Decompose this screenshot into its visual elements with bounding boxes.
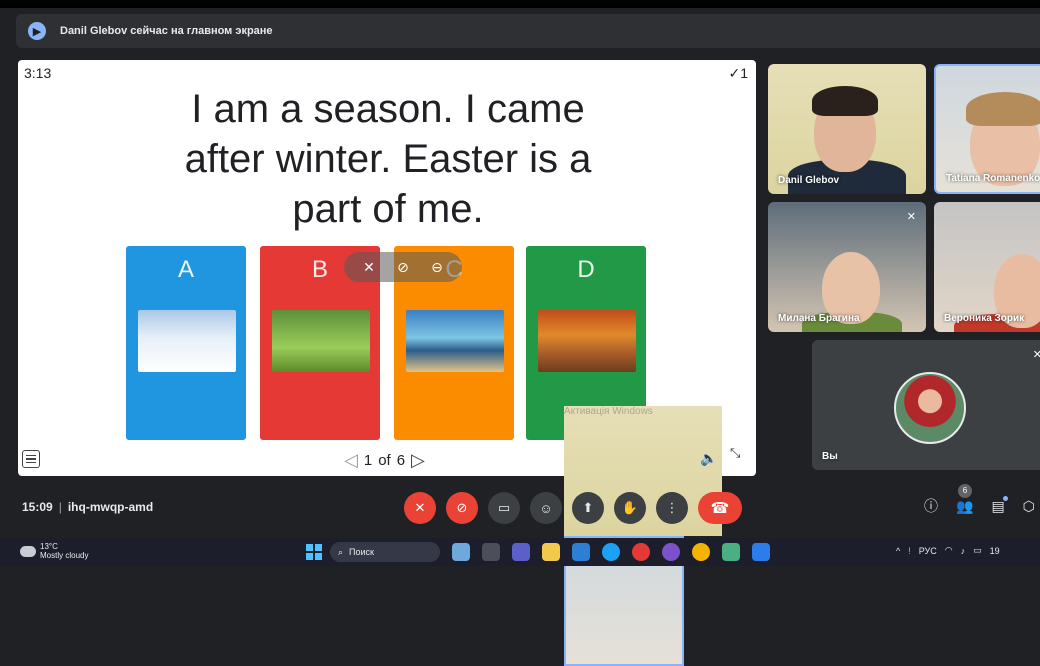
participant-tile[interactable]: Danil Glebov bbox=[768, 64, 926, 194]
presentation-off-icon[interactable]: ⊘ bbox=[397, 259, 409, 276]
participant-name: Danil Glebov bbox=[778, 175, 840, 186]
chrome-app-icon[interactable] bbox=[692, 543, 710, 561]
prev-slide-icon[interactable]: ◁ bbox=[344, 450, 358, 471]
presentation-slide: 3:13 ✓1 I am a season. I came after wint… bbox=[18, 60, 756, 666]
winter-landscape-image bbox=[138, 310, 236, 372]
info-icon[interactable]: ⓘ bbox=[924, 496, 938, 516]
volume-icon[interactable]: ♪ bbox=[961, 546, 966, 556]
system-tray: ^ ! РУС ◠ ♪ ▭ 19 bbox=[896, 545, 1000, 556]
temperature: 13°C bbox=[40, 542, 58, 551]
presenter-controls-pill[interactable]: ✕ ⊘ ⊖ bbox=[344, 252, 462, 282]
clock[interactable]: 19 bbox=[990, 546, 1000, 556]
camera-toggle-button[interactable]: ⊘ bbox=[446, 492, 478, 524]
people-icon: 👥 bbox=[956, 497, 974, 514]
weather-condition: Mostly cloudy bbox=[40, 551, 89, 560]
cloud-icon bbox=[20, 545, 36, 557]
meeting-time: 15:09 bbox=[22, 500, 53, 514]
participant-tile[interactable]: Tatiana Romanenko bbox=[934, 64, 1040, 194]
summer-meadow-image bbox=[272, 310, 370, 372]
chevron-up-icon[interactable]: ^ bbox=[896, 546, 900, 556]
self-tile[interactable]: ✕ Вы bbox=[812, 340, 1040, 470]
answer-card-a[interactable]: A bbox=[126, 246, 246, 440]
more-options-button[interactable]: ⋮ bbox=[656, 492, 688, 524]
raise-hand-button[interactable]: ✋ bbox=[614, 492, 646, 524]
participant-name: Вы bbox=[822, 451, 838, 462]
search-icon: ⌕ bbox=[338, 546, 344, 557]
windows-start-icon[interactable] bbox=[306, 544, 322, 560]
store-app-icon[interactable] bbox=[752, 543, 770, 561]
mic-off-icon: ✕ bbox=[906, 211, 916, 223]
top-bar bbox=[0, 0, 1040, 8]
presenter-banner: ▶ Danil Glebov сейчас на главном экране bbox=[16, 14, 1040, 48]
battery-icon[interactable]: ▭ bbox=[973, 545, 982, 556]
participant-face bbox=[812, 86, 878, 172]
autumn-park-image bbox=[538, 310, 636, 372]
chat-icon[interactable]: ▤ bbox=[991, 495, 1008, 515]
avatar bbox=[894, 372, 966, 444]
photos-app-icon[interactable] bbox=[452, 543, 470, 561]
answer-letter: A bbox=[177, 256, 194, 283]
weather-widget[interactable]: 13°C Mostly cloudy bbox=[20, 542, 88, 560]
present-button[interactable]: ⬆ bbox=[572, 492, 604, 524]
participant-name: Tatiana Romanenko bbox=[946, 173, 1040, 184]
presenter-text: Danil Glebov сейчас на главном экране bbox=[60, 25, 273, 37]
mail-app-icon[interactable] bbox=[572, 543, 590, 561]
quiz-timer: 3:13 bbox=[24, 65, 52, 81]
windows-activation-watermark: Активація Windows Перейдіть до розділу "… bbox=[564, 406, 744, 666]
task-view-icon[interactable] bbox=[482, 543, 500, 561]
taskbar-search[interactable]: ⌕ Поиск bbox=[330, 542, 440, 562]
meeting-separator: | bbox=[58, 500, 62, 514]
people-button[interactable]: 6 👥 bbox=[956, 483, 974, 515]
wifi-icon[interactable]: ◠ bbox=[945, 545, 953, 556]
participant-tile[interactable]: Вероника Зорик bbox=[934, 202, 1040, 332]
current-slide: 1 bbox=[363, 452, 373, 469]
participant-name: Милана Брагина bbox=[778, 313, 860, 324]
present-icon: ▶ bbox=[28, 22, 46, 40]
answered-count: ✓1 bbox=[728, 65, 748, 81]
people-count-badge: 6 bbox=[958, 483, 972, 498]
participant-tile[interactable]: ✕ Милана Брагина bbox=[768, 202, 926, 332]
exit-fullscreen-icon[interactable]: ⤡ bbox=[730, 446, 740, 459]
reactions-button[interactable]: ☺ bbox=[530, 492, 562, 524]
meeting-info: 15:09 | ihq-mwqp-amd bbox=[22, 500, 153, 514]
windows-taskbar: 13°C Mostly cloudy ⌕ Поиск ^ ! РУС ◠ ♪ ▭… bbox=[0, 538, 1040, 566]
app-icon[interactable] bbox=[722, 543, 740, 561]
quiz-question: I am a season. I came after winter. East… bbox=[184, 87, 592, 231]
leave-call-button[interactable]: ☎ bbox=[698, 492, 742, 524]
of-label: of bbox=[378, 452, 391, 469]
edge-app-icon[interactable] bbox=[602, 543, 620, 561]
participant-name: Вероника Зорик bbox=[944, 313, 1025, 324]
taskbar-apps bbox=[452, 543, 770, 561]
slide-menu-button[interactable] bbox=[22, 450, 40, 468]
teams-app-icon[interactable] bbox=[512, 543, 530, 561]
next-slide-icon[interactable]: ▷ bbox=[411, 450, 425, 471]
speaker-icon[interactable]: 🔈 bbox=[700, 450, 717, 467]
file-explorer-icon[interactable] bbox=[542, 543, 560, 561]
mic-off-icon: ✕ bbox=[1032, 349, 1040, 361]
side-panel-controls: ⓘ 6 👥 ▤ ⬡ bbox=[924, 483, 1035, 516]
meeting-code[interactable]: ihq-mwqp-amd bbox=[68, 500, 153, 514]
search-label: Поиск bbox=[349, 547, 374, 557]
total-slides: 6 bbox=[396, 452, 406, 469]
slide-pager: ◁ 1 of 6 ▷ bbox=[344, 450, 425, 471]
answer-letter: D bbox=[577, 256, 595, 283]
call-controls: ✕ ⊘ ▭ ☺ ⬆ ✋ ⋮ ☎ bbox=[404, 492, 742, 524]
opera-app-icon[interactable] bbox=[632, 543, 650, 561]
mic-off-icon[interactable]: ✕ bbox=[363, 259, 375, 276]
captions-button[interactable]: ▭ bbox=[488, 492, 520, 524]
mic-toggle-button[interactable]: ✕ bbox=[404, 492, 436, 524]
viber-app-icon[interactable] bbox=[662, 543, 680, 561]
language-indicator[interactable]: РУС bbox=[919, 546, 937, 556]
meet-window: ▶ Danil Glebov сейчас на главном экране … bbox=[0, 0, 1040, 666]
remove-icon[interactable]: ⊖ bbox=[431, 259, 443, 276]
beach-palm-image bbox=[406, 310, 504, 372]
warning-icon[interactable]: ! bbox=[908, 546, 911, 556]
activities-icon[interactable]: ⬡ bbox=[1023, 498, 1035, 515]
